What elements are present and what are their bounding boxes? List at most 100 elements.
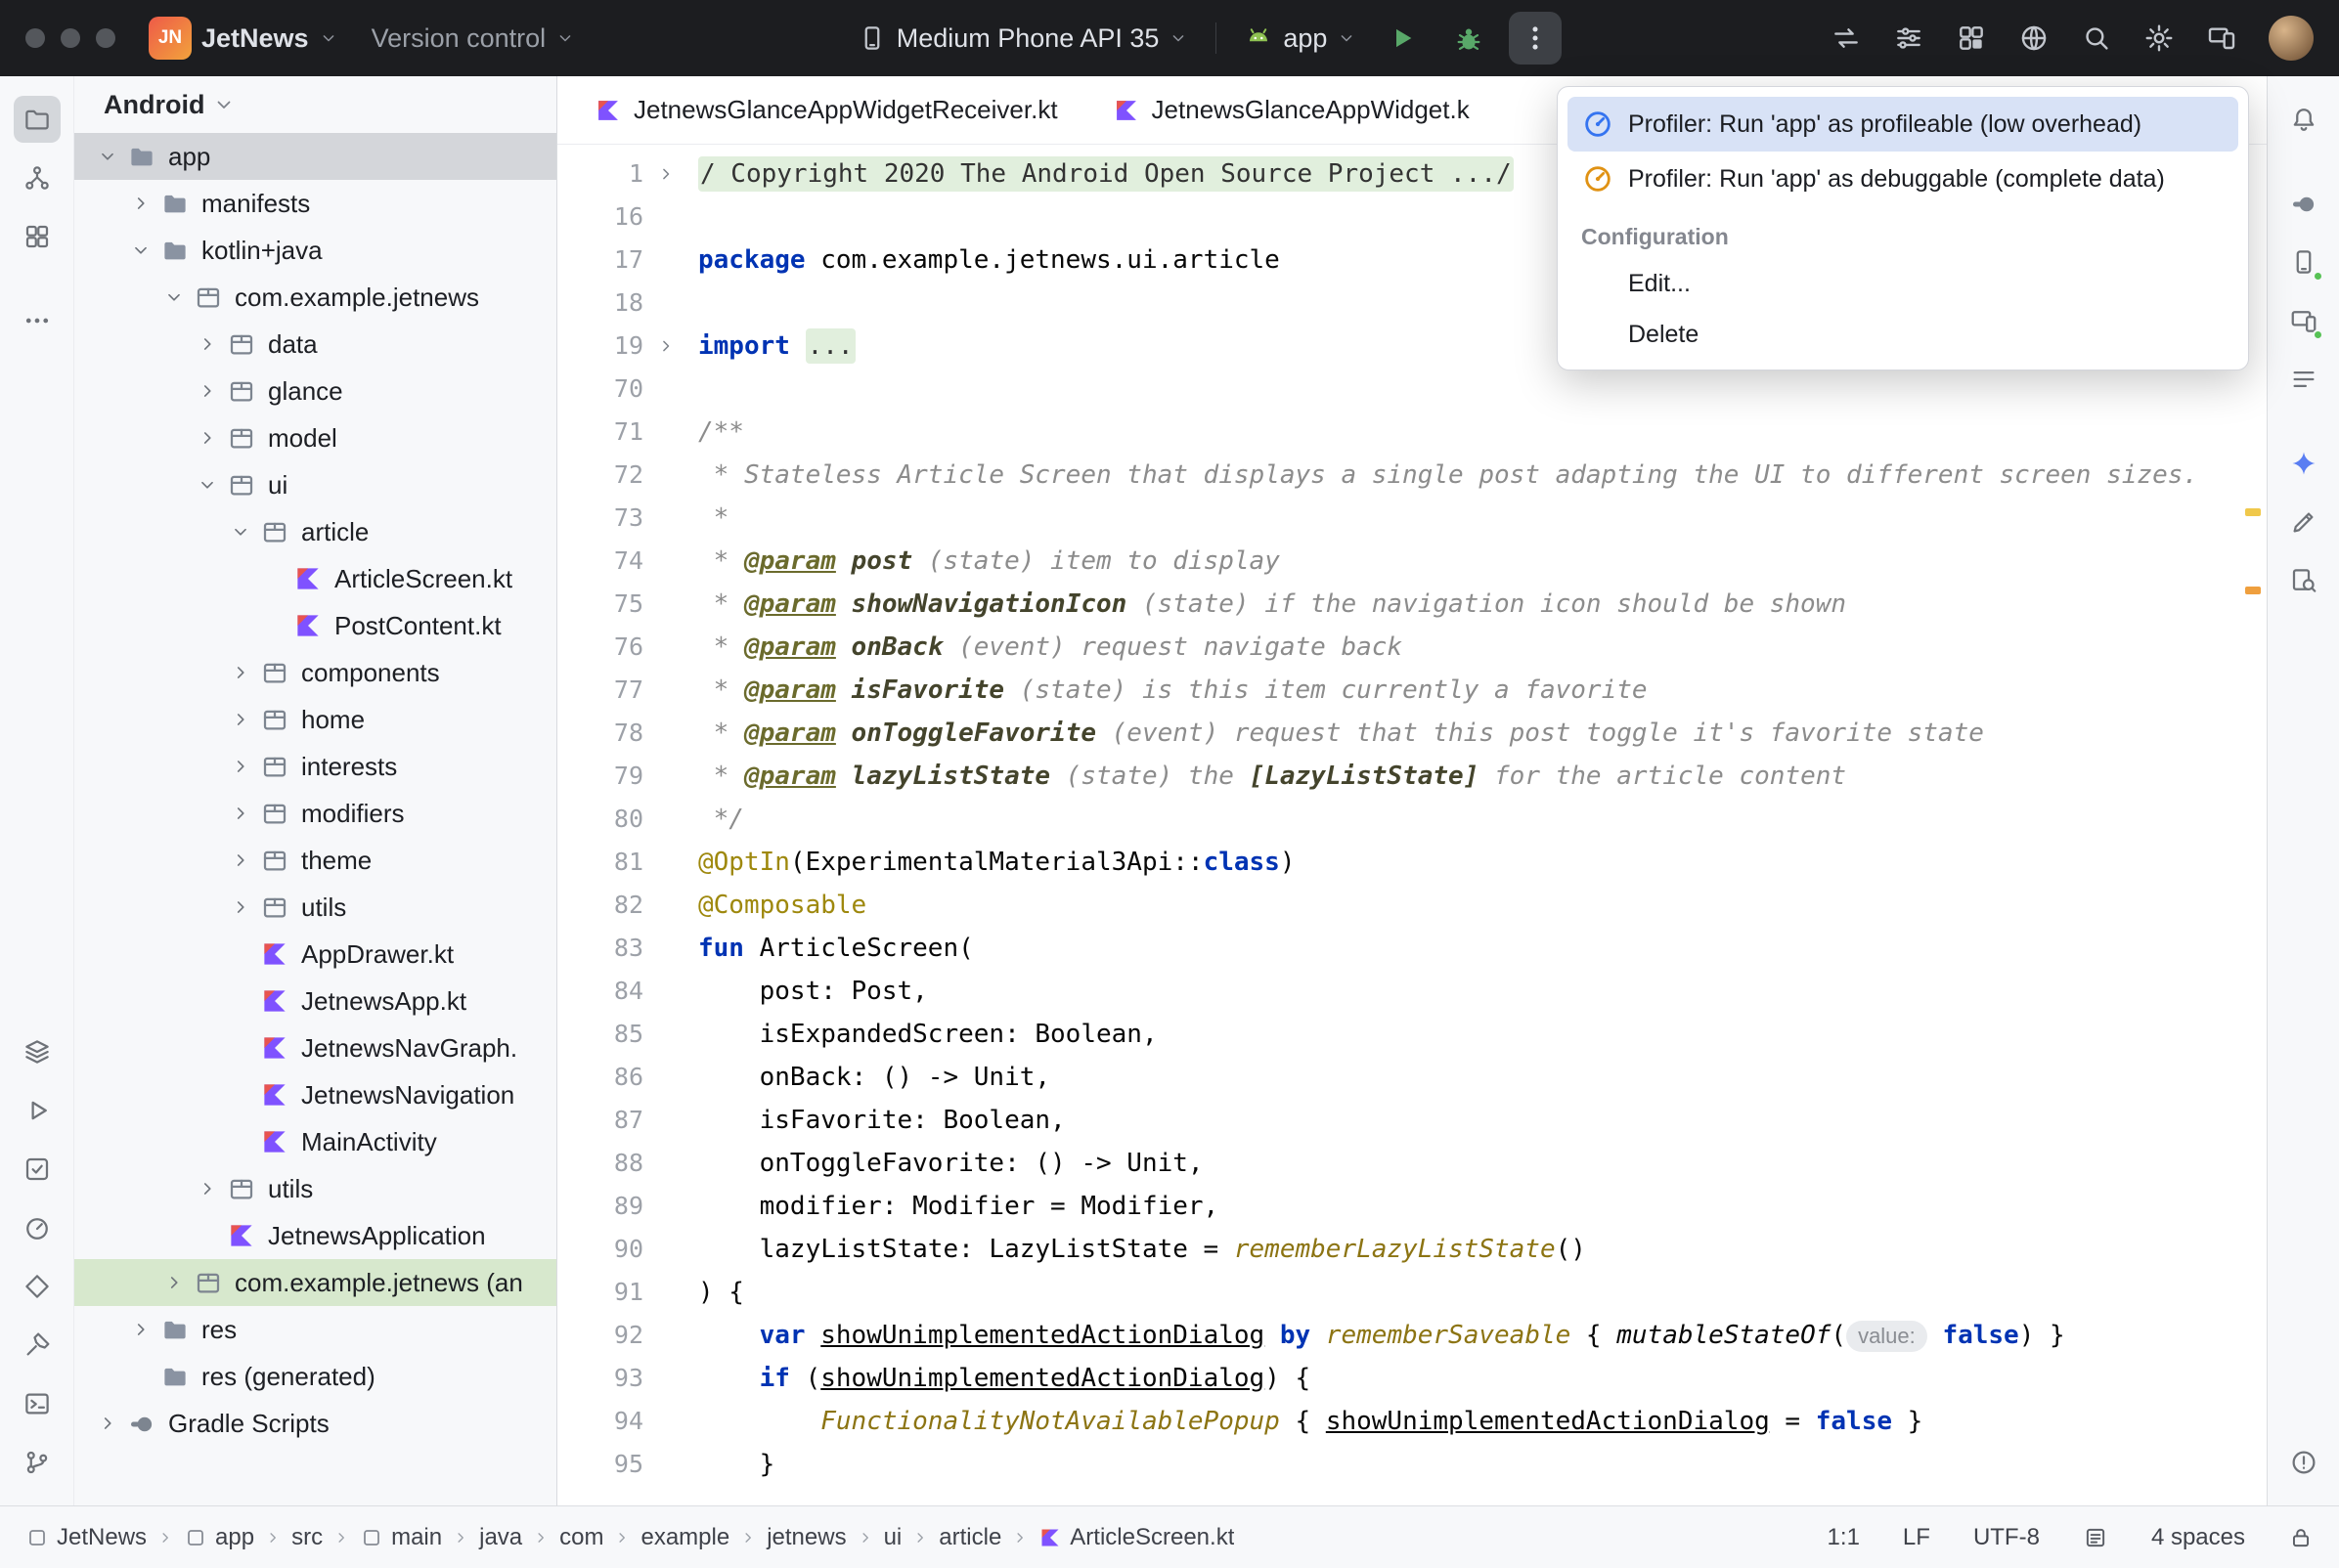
build-icon[interactable] [14,1322,61,1369]
breadcrumb-item-app[interactable]: app [184,1524,254,1551]
tree-item-postcontent-kt[interactable]: PostContent.kt [74,602,556,649]
chevron-down-icon[interactable] [223,514,258,549]
list-settings-icon[interactable] [1893,22,1924,54]
notifications-icon[interactable] [2280,96,2327,143]
chevron-down-icon[interactable] [156,280,192,315]
tree-item-articlescreen-kt[interactable]: ArticleScreen.kt [74,555,556,602]
reader-mode-icon[interactable] [2083,1525,2108,1550]
tree-item-modifiers[interactable]: modifiers [74,790,556,837]
chevron-right-icon[interactable] [223,796,258,831]
code-line-76[interactable]: 76 * @param onBack (event) request navig… [557,626,2267,669]
run-button[interactable] [1376,12,1429,65]
chevron-down-icon[interactable] [190,467,225,502]
chevron-down-icon[interactable] [90,139,125,174]
code-line-78[interactable]: 78 * @param onToggleFavorite (event) req… [557,712,2267,755]
breadcrumb-item-example[interactable]: example [640,1524,729,1551]
popup-item-edit[interactable]: Edit... [1567,258,2238,309]
tree-item-home[interactable]: home [74,696,556,743]
code-line-87[interactable]: 87 isFavorite: Boolean, [557,1099,2267,1142]
cursor-position-widget[interactable]: 1:1 [1828,1524,1860,1551]
code-line-79[interactable]: 79 * @param lazyListState (state) the [L… [557,755,2267,798]
tree-item-components[interactable]: components [74,649,556,696]
resource-manager-icon[interactable] [14,213,61,260]
code-line-93[interactable]: 93 if (showUnimplementedActionDialog) { [557,1357,2267,1400]
tree-item-utils[interactable]: utils [74,884,556,931]
breadcrumb-item-jetnews[interactable]: jetnews [767,1524,846,1551]
code-line-71[interactable]: 71/** [557,411,2267,454]
breadcrumb-item-java[interactable]: java [479,1524,522,1551]
line-separator-widget[interactable]: LF [1903,1524,1930,1551]
chevron-right-icon[interactable] [123,1312,158,1347]
chevron-right-icon[interactable] [190,1171,225,1206]
popup-item-profiler-debuggable[interactable]: Profiler: Run 'app' as debuggable (compl… [1567,152,2238,206]
app-quality-insights-icon[interactable] [2280,557,2327,604]
breadcrumb-item-jetnews[interactable]: JetNews [25,1524,147,1551]
tree-item-interests[interactable]: interests [74,743,556,790]
chevron-right-icon[interactable] [156,1265,192,1300]
live-edit-icon[interactable] [2280,499,2327,545]
globe-icon[interactable] [2018,22,2050,54]
tree-item-article[interactable]: article [74,508,556,555]
profiler-icon[interactable] [14,1204,61,1251]
fold-collapsed-icon[interactable] [643,325,688,368]
encoding-widget[interactable]: UTF-8 [1973,1524,2040,1551]
tree-item-glance[interactable]: glance [74,368,556,414]
search-icon[interactable] [2081,22,2112,54]
code-line-70[interactable]: 70 [557,368,2267,411]
code-line-86[interactable]: 86 onBack: () -> Unit, [557,1056,2267,1099]
tree-item-jetnewsapplication[interactable]: JetnewsApplication [74,1212,556,1259]
chevron-right-icon[interactable] [190,327,225,362]
code-line-83[interactable]: 83fun ArticleScreen( [557,927,2267,970]
breadcrumb-item-articlescreen-kt[interactable]: ArticleScreen.kt [1038,1524,1234,1551]
code-line-81[interactable]: 81@OptIn(ExperimentalMaterial3Api::class… [557,841,2267,884]
breadcrumb-item-ui[interactable]: ui [884,1524,903,1551]
chevron-right-icon[interactable] [223,843,258,878]
code-line-85[interactable]: 85 isExpandedScreen: Boolean, [557,1013,2267,1056]
more-tool-windows-icon[interactable] [14,297,61,344]
chevron-right-icon[interactable] [190,373,225,409]
debug-button[interactable] [1442,12,1495,65]
chevron-right-icon[interactable] [223,702,258,737]
tree-item-gradle-scripts[interactable]: Gradle Scripts [74,1400,556,1447]
code-line-92[interactable]: 92 var showUnimplementedActionDialog by … [557,1314,2267,1357]
lock-icon[interactable] [2288,1525,2314,1550]
chevron-right-icon[interactable] [90,1406,125,1441]
tree-item-jetnewsnavgraph[interactable]: JetnewsNavGraph. [74,1024,556,1071]
breadcrumb-item-com[interactable]: com [559,1524,603,1551]
code-line-75[interactable]: 75 * @param showNavigationIcon (state) i… [557,583,2267,626]
tree-item-app[interactable]: app [74,133,556,180]
editor-tab-jetnewsglanceappwidgetreceiver-kt[interactable]: JetnewsGlanceAppWidgetReceiver.kt [567,76,1085,144]
tree-item-res-generated[interactable]: res (generated) [74,1353,556,1400]
code-line-88[interactable]: 88 onToggleFavorite: () -> Unit, [557,1142,2267,1185]
tree-item-ui[interactable]: ui [74,461,556,508]
project-panel-header[interactable]: Android [74,76,556,133]
gemini-icon[interactable] [2280,440,2327,487]
settings-icon[interactable] [2143,22,2175,54]
compare-arrows-icon[interactable] [1831,22,1862,54]
tree-item-jetnewsapp-kt[interactable]: JetnewsApp.kt [74,978,556,1024]
breadcrumb-item-article[interactable]: article [939,1524,1001,1551]
tree-item-jetnewsnavigation[interactable]: JetnewsNavigation [74,1071,556,1118]
more-run-options-button[interactable] [1509,12,1562,65]
code-line-89[interactable]: 89 modifier: Modifier = Modifier, [557,1185,2267,1228]
code-line-72[interactable]: 72 * Stateless Article Screen that displ… [557,454,2267,497]
window-minimize-button[interactable] [61,28,80,48]
window-zoom-button[interactable] [96,28,115,48]
chevron-right-icon[interactable] [123,186,158,221]
popup-item-delete[interactable]: Delete [1567,309,2238,360]
code-line-90[interactable]: 90 lazyListState: LazyListState = rememb… [557,1228,2267,1271]
widgets-icon[interactable] [1956,22,1987,54]
terminal-icon[interactable] [14,1380,61,1427]
project-icon[interactable] [14,96,61,143]
tree-item-kotlin-java[interactable]: kotlin+java [74,227,556,274]
logcat-icon[interactable] [2280,356,2327,403]
tree-item-com-example-jetnews[interactable]: com.example.jetnews [74,274,556,321]
tree-item-utils[interactable]: utils [74,1165,556,1212]
editor-tab-jetnewsglanceappwidget-k[interactable]: JetnewsGlanceAppWidget.k [1085,76,1497,144]
vcs-widget[interactable]: Version control [372,23,576,54]
code-line-73[interactable]: 73 * [557,497,2267,540]
chevron-right-icon[interactable] [190,420,225,456]
code-line-84[interactable]: 84 post: Post, [557,970,2267,1013]
project-widget[interactable]: JN JetNews [149,17,338,60]
device-manager-icon[interactable] [2280,239,2327,285]
